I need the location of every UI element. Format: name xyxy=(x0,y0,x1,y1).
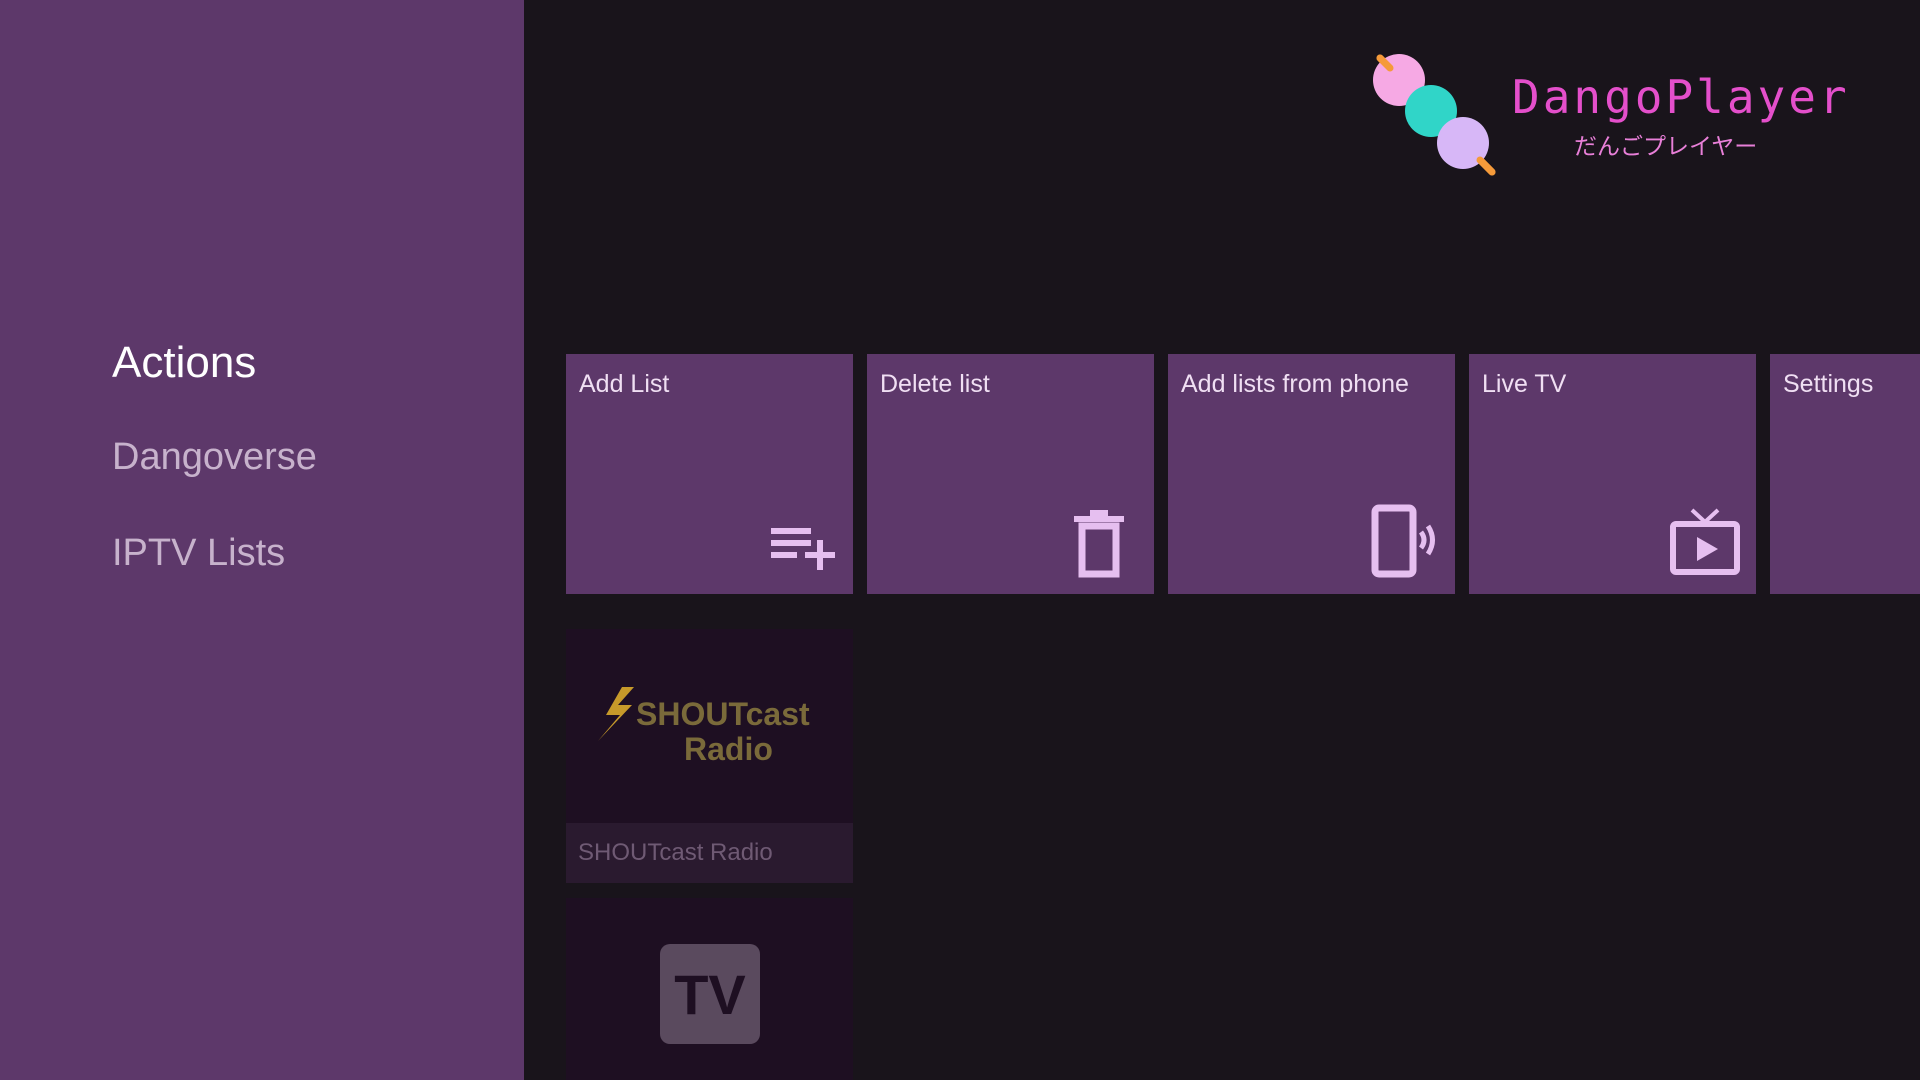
card-label: Add List xyxy=(579,370,670,398)
list-caption-text: SHOUTcast Radio xyxy=(578,839,773,866)
list-card-shoutcast-radio[interactable]: SHOUTcast Radio SHOUTcast Radio xyxy=(566,629,853,883)
sidebar-item-iptv-lists[interactable]: IPTV Lists xyxy=(112,532,285,575)
card-label: Add lists from phone xyxy=(1181,370,1409,398)
list-card-tv[interactable]: TV xyxy=(566,898,853,1080)
app-logo: DangoPlayer だんごプレイヤー xyxy=(1368,48,1847,178)
shoutcast-logo-text: SHOUTcast xyxy=(636,696,810,732)
shoutcast-logo-text-2: Radio xyxy=(684,731,773,767)
tv-logo-text: TV xyxy=(674,963,746,1026)
logo-title: DangoPlayer xyxy=(1512,70,1850,124)
phone-cast-icon xyxy=(1371,504,1435,578)
action-card-live-tv[interactable]: Live TV xyxy=(1469,354,1756,594)
playlist-add-icon xyxy=(771,528,835,570)
shoutcast-logo-image: SHOUTcast Radio xyxy=(598,687,810,767)
live-tv-icon xyxy=(1670,508,1740,575)
logo-subtitle: だんごプレイヤー xyxy=(1574,134,1758,160)
action-card-add-list[interactable]: Add List xyxy=(566,354,853,594)
dango-icon xyxy=(1373,54,1496,176)
trash-icon xyxy=(1074,510,1124,578)
tv-logo-image: TV xyxy=(660,944,760,1044)
sidebar-item-actions[interactable]: Actions xyxy=(112,338,256,388)
card-label: Delete list xyxy=(880,370,990,398)
list-caption: SHOUTcast Radio xyxy=(566,823,853,883)
card-label: Live TV xyxy=(1482,370,1567,398)
card-label: Settings xyxy=(1783,370,1874,398)
action-card-add-lists-from-phone[interactable]: Add lists from phone xyxy=(1168,354,1455,594)
action-card-settings[interactable]: Settings xyxy=(1770,354,1920,594)
action-card-delete-list[interactable]: Delete list xyxy=(867,354,1154,594)
sidebar: Actions Dangoverse IPTV Lists xyxy=(0,0,524,1080)
sidebar-item-dangoverse[interactable]: Dangoverse xyxy=(112,436,317,479)
